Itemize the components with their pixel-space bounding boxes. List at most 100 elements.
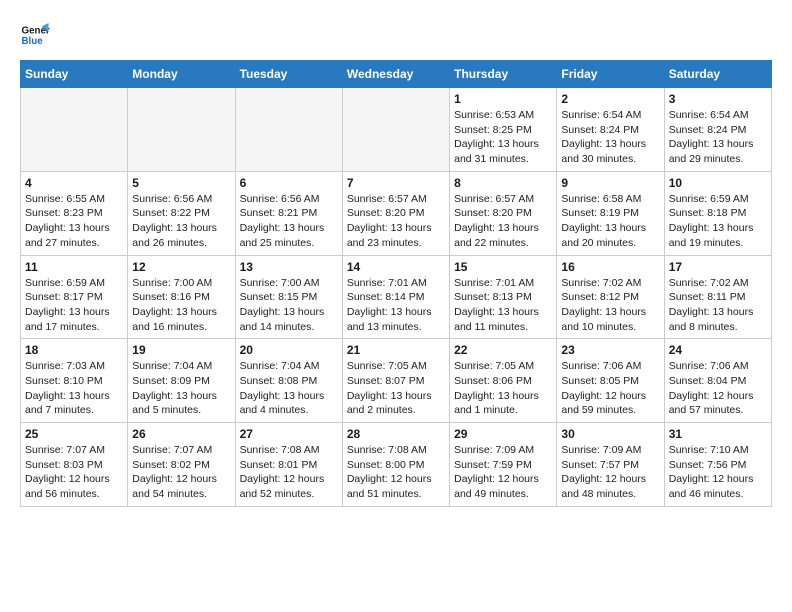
day-info: Sunrise: 6:54 AM Sunset: 8:24 PM Dayligh… xyxy=(561,108,659,167)
day-number: 22 xyxy=(454,343,552,357)
calendar-day-cell: 13 Sunrise: 7:00 AM Sunset: 8:15 PM Dayli… xyxy=(235,255,342,339)
svg-text:Blue: Blue xyxy=(22,36,44,47)
day-number: 11 xyxy=(25,260,123,274)
weekday-header-monday: Monday xyxy=(128,61,235,88)
day-info: Sunrise: 7:01 AM Sunset: 8:13 PM Dayligh… xyxy=(454,276,552,335)
weekday-header-saturday: Saturday xyxy=(664,61,771,88)
day-info: Sunrise: 7:08 AM Sunset: 8:00 PM Dayligh… xyxy=(347,443,445,502)
calendar-day-cell: 1 Sunrise: 6:53 AM Sunset: 8:25 PM Daylig… xyxy=(450,88,557,172)
calendar-day-cell xyxy=(21,88,128,172)
day-number: 20 xyxy=(240,343,338,357)
calendar-day-cell: 31 Sunrise: 7:10 AM Sunset: 7:56 PM Dayli… xyxy=(664,423,771,507)
day-number: 1 xyxy=(454,92,552,106)
day-info: Sunrise: 7:02 AM Sunset: 8:11 PM Dayligh… xyxy=(669,276,767,335)
day-info: Sunrise: 7:00 AM Sunset: 8:16 PM Dayligh… xyxy=(132,276,230,335)
day-info: Sunrise: 6:59 AM Sunset: 8:17 PM Dayligh… xyxy=(25,276,123,335)
day-number: 21 xyxy=(347,343,445,357)
calendar-day-cell: 23 Sunrise: 7:06 AM Sunset: 8:05 PM Dayli… xyxy=(557,339,664,423)
day-number: 7 xyxy=(347,176,445,190)
day-number: 8 xyxy=(454,176,552,190)
logo-icon: General Blue xyxy=(20,20,50,50)
calendar-day-cell: 10 Sunrise: 6:59 AM Sunset: 8:18 PM Dayli… xyxy=(664,171,771,255)
day-number: 5 xyxy=(132,176,230,190)
calendar-week-row: 25 Sunrise: 7:07 AM Sunset: 8:03 PM Dayli… xyxy=(21,423,772,507)
day-number: 19 xyxy=(132,343,230,357)
calendar-day-cell: 6 Sunrise: 6:56 AM Sunset: 8:21 PM Daylig… xyxy=(235,171,342,255)
calendar-week-row: 1 Sunrise: 6:53 AM Sunset: 8:25 PM Daylig… xyxy=(21,88,772,172)
day-info: Sunrise: 6:58 AM Sunset: 8:19 PM Dayligh… xyxy=(561,192,659,251)
day-info: Sunrise: 6:53 AM Sunset: 8:25 PM Dayligh… xyxy=(454,108,552,167)
day-info: Sunrise: 7:07 AM Sunset: 8:02 PM Dayligh… xyxy=(132,443,230,502)
calendar-week-row: 18 Sunrise: 7:03 AM Sunset: 8:10 PM Dayli… xyxy=(21,339,772,423)
calendar-week-row: 4Sunrise: 6:55 AM Sunset: 8:23 PM Daylig… xyxy=(21,171,772,255)
calendar-table: SundayMondayTuesdayWednesdayThursdayFrid… xyxy=(20,60,772,507)
day-number: 23 xyxy=(561,343,659,357)
day-info: Sunrise: 6:59 AM Sunset: 8:18 PM Dayligh… xyxy=(669,192,767,251)
day-info: Sunrise: 7:08 AM Sunset: 8:01 PM Dayligh… xyxy=(240,443,338,502)
calendar-day-cell: 8 Sunrise: 6:57 AM Sunset: 8:20 PM Daylig… xyxy=(450,171,557,255)
calendar-day-cell: 4Sunrise: 6:55 AM Sunset: 8:23 PM Daylig… xyxy=(21,171,128,255)
weekday-header-row: SundayMondayTuesdayWednesdayThursdayFrid… xyxy=(21,61,772,88)
calendar-day-cell: 19 Sunrise: 7:04 AM Sunset: 8:09 PM Dayli… xyxy=(128,339,235,423)
calendar-day-cell: 11 Sunrise: 6:59 AM Sunset: 8:17 PM Dayli… xyxy=(21,255,128,339)
day-info: Sunrise: 7:04 AM Sunset: 8:09 PM Dayligh… xyxy=(132,359,230,418)
day-info: Sunrise: 6:56 AM Sunset: 8:22 PM Dayligh… xyxy=(132,192,230,251)
day-number: 30 xyxy=(561,427,659,441)
day-number: 2 xyxy=(561,92,659,106)
calendar-day-cell: 24Sunrise: 7:06 AM Sunset: 8:04 PM Dayli… xyxy=(664,339,771,423)
day-info: Sunrise: 6:57 AM Sunset: 8:20 PM Dayligh… xyxy=(347,192,445,251)
calendar-day-cell: 27 Sunrise: 7:08 AM Sunset: 8:01 PM Dayli… xyxy=(235,423,342,507)
day-info: Sunrise: 7:06 AM Sunset: 8:05 PM Dayligh… xyxy=(561,359,659,418)
day-info: Sunrise: 6:54 AM Sunset: 8:24 PM Dayligh… xyxy=(669,108,767,167)
weekday-header-wednesday: Wednesday xyxy=(342,61,449,88)
calendar-day-cell: 3 Sunrise: 6:54 AM Sunset: 8:24 PM Daylig… xyxy=(664,88,771,172)
day-info: Sunrise: 7:10 AM Sunset: 7:56 PM Dayligh… xyxy=(669,443,767,502)
day-number: 27 xyxy=(240,427,338,441)
day-number: 16 xyxy=(561,260,659,274)
day-number: 28 xyxy=(347,427,445,441)
calendar-day-cell: 21Sunrise: 7:05 AM Sunset: 8:07 PM Dayli… xyxy=(342,339,449,423)
day-number: 25 xyxy=(25,427,123,441)
day-info: Sunrise: 6:56 AM Sunset: 8:21 PM Dayligh… xyxy=(240,192,338,251)
calendar-day-cell: 18 Sunrise: 7:03 AM Sunset: 8:10 PM Dayli… xyxy=(21,339,128,423)
calendar-day-cell: 7 Sunrise: 6:57 AM Sunset: 8:20 PM Daylig… xyxy=(342,171,449,255)
calendar-day-cell: 9 Sunrise: 6:58 AM Sunset: 8:19 PM Daylig… xyxy=(557,171,664,255)
day-info: Sunrise: 7:02 AM Sunset: 8:12 PM Dayligh… xyxy=(561,276,659,335)
calendar-day-cell: 14 Sunrise: 7:01 AM Sunset: 8:14 PM Dayli… xyxy=(342,255,449,339)
calendar-day-cell: 26Sunrise: 7:07 AM Sunset: 8:02 PM Dayli… xyxy=(128,423,235,507)
day-number: 12 xyxy=(132,260,230,274)
day-info: Sunrise: 7:07 AM Sunset: 8:03 PM Dayligh… xyxy=(25,443,123,502)
day-number: 6 xyxy=(240,176,338,190)
day-info: Sunrise: 7:09 AM Sunset: 7:57 PM Dayligh… xyxy=(561,443,659,502)
day-info: Sunrise: 7:05 AM Sunset: 8:06 PM Dayligh… xyxy=(454,359,552,418)
calendar-day-cell xyxy=(235,88,342,172)
day-info: Sunrise: 7:00 AM Sunset: 8:15 PM Dayligh… xyxy=(240,276,338,335)
page-header: General Blue xyxy=(20,20,772,50)
day-number: 18 xyxy=(25,343,123,357)
day-info: Sunrise: 7:03 AM Sunset: 8:10 PM Dayligh… xyxy=(25,359,123,418)
day-info: Sunrise: 7:09 AM Sunset: 7:59 PM Dayligh… xyxy=(454,443,552,502)
calendar-day-cell: 20 Sunrise: 7:04 AM Sunset: 8:08 PM Dayli… xyxy=(235,339,342,423)
weekday-header-thursday: Thursday xyxy=(450,61,557,88)
calendar-day-cell: 12 Sunrise: 7:00 AM Sunset: 8:16 PM Dayli… xyxy=(128,255,235,339)
day-number: 17 xyxy=(669,260,767,274)
weekday-header-sunday: Sunday xyxy=(21,61,128,88)
day-number: 4 xyxy=(25,176,123,190)
day-number: 10 xyxy=(669,176,767,190)
day-info: Sunrise: 6:57 AM Sunset: 8:20 PM Dayligh… xyxy=(454,192,552,251)
calendar-day-cell: 25 Sunrise: 7:07 AM Sunset: 8:03 PM Dayli… xyxy=(21,423,128,507)
day-number: 14 xyxy=(347,260,445,274)
day-info: Sunrise: 7:01 AM Sunset: 8:14 PM Dayligh… xyxy=(347,276,445,335)
day-number: 3 xyxy=(669,92,767,106)
day-info: Sunrise: 7:04 AM Sunset: 8:08 PM Dayligh… xyxy=(240,359,338,418)
day-number: 24 xyxy=(669,343,767,357)
day-number: 13 xyxy=(240,260,338,274)
calendar-day-cell xyxy=(342,88,449,172)
day-number: 9 xyxy=(561,176,659,190)
logo: General Blue xyxy=(20,20,50,50)
day-number: 29 xyxy=(454,427,552,441)
calendar-day-cell: 22 Sunrise: 7:05 AM Sunset: 8:06 PM Dayli… xyxy=(450,339,557,423)
day-number: 31 xyxy=(669,427,767,441)
weekday-header-friday: Friday xyxy=(557,61,664,88)
calendar-day-cell: 17 Sunrise: 7:02 AM Sunset: 8:11 PM Dayli… xyxy=(664,255,771,339)
